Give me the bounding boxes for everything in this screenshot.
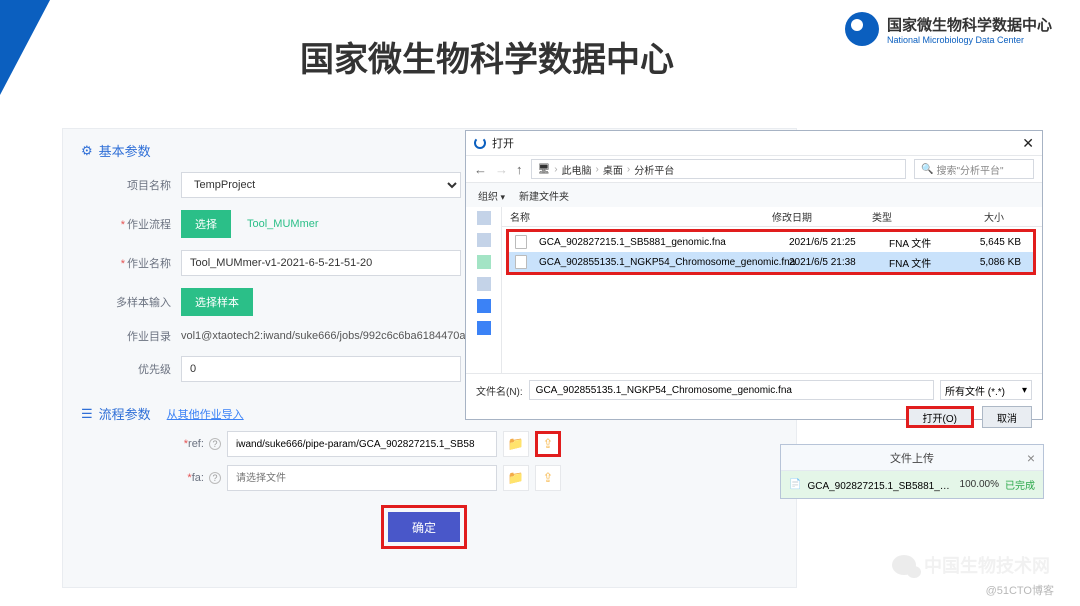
import-link[interactable]: 从其他作业导入	[167, 406, 244, 422]
nav-forward-icon[interactable]: →	[495, 162, 508, 177]
param-fa-input[interactable]	[227, 465, 497, 491]
folder-icon: 📁	[508, 436, 524, 452]
tool-name-text: Tool_MUMmer	[247, 218, 319, 230]
watermark: 中国生物技术网	[892, 552, 1050, 578]
folder-icon: 📁	[508, 470, 524, 486]
upload-title: 文件上传	[890, 450, 934, 466]
upload-filename: GCA_902827215.1_SB5881_gen函数结f8a	[807, 477, 953, 492]
open-button[interactable]: 打开(O)	[906, 406, 974, 428]
dialog-title: 打开	[492, 135, 514, 151]
place-icon[interactable]	[477, 277, 491, 291]
logo-icon	[845, 12, 879, 46]
place-icon[interactable]	[477, 299, 491, 313]
priority-input[interactable]	[181, 356, 461, 382]
upload-toast: 文件上传 × 📄 GCA_902827215.1_SB5881_gen函数结f8…	[780, 444, 1044, 499]
workflow-label: 作业流程	[81, 216, 171, 232]
loading-icon	[474, 137, 486, 149]
param-ref-input[interactable]	[227, 431, 497, 457]
select-workflow-button[interactable]: 选择	[181, 210, 231, 238]
cancel-button[interactable]: 取消	[982, 406, 1032, 428]
pc-icon: 🖥	[538, 164, 551, 175]
help-icon[interactable]: ?	[209, 472, 221, 484]
wechat-icon	[892, 555, 916, 575]
place-icon[interactable]	[477, 321, 491, 335]
list-icon: ☰	[81, 406, 93, 422]
sliders-icon: ⚙	[81, 143, 93, 159]
param-ref-label: *ref: ?	[81, 438, 221, 450]
upload-icon: ⇪	[543, 436, 554, 452]
confirm-button[interactable]: 确定	[388, 512, 460, 542]
browse-folder-button[interactable]: 📁	[503, 465, 529, 491]
place-icon[interactable]	[477, 255, 491, 269]
upload-status: 已完成	[1005, 477, 1035, 492]
nav-back-icon[interactable]: ←	[474, 162, 487, 177]
jobname-label: 作业名称	[81, 255, 171, 271]
brand-name-cn: 国家微生物科学数据中心	[887, 14, 1052, 35]
param-fa-label: *fa: ?	[81, 472, 221, 484]
multiinput-label: 多样本输入	[81, 294, 171, 310]
help-icon[interactable]: ?	[209, 438, 221, 450]
file-icon	[515, 235, 527, 249]
close-icon[interactable]: ×	[1027, 450, 1035, 466]
select-sample-button[interactable]: 选择样本	[181, 288, 253, 316]
workdir-label: 作业目录	[81, 328, 171, 344]
jobname-input[interactable]	[181, 250, 461, 276]
upload-icon: ⇪	[543, 470, 554, 486]
search-input[interactable]: 🔍 搜索"分析平台"	[914, 159, 1034, 179]
close-icon[interactable]: ✕	[1022, 135, 1034, 152]
brand-name-en: National Microbiology Data Center	[887, 35, 1052, 45]
organize-menu[interactable]: 组织	[478, 188, 505, 203]
file-rows-highlight: GCA_902827215.1_SB5881_genomic.fna 2021/…	[506, 229, 1036, 275]
place-icon[interactable]	[477, 233, 491, 247]
filename-label: 文件名(N):	[476, 383, 523, 398]
upload-fa-button[interactable]: ⇪	[535, 465, 561, 491]
file-row[interactable]: GCA_902827215.1_SB5881_genomic.fna 2021/…	[509, 232, 1033, 252]
sidebar-places	[466, 207, 502, 373]
file-icon: 📄	[789, 479, 801, 490]
upload-item: 📄 GCA_902827215.1_SB5881_gen函数结f8a 100.0…	[781, 471, 1043, 498]
place-icon[interactable]	[477, 211, 491, 225]
search-icon: 🔍	[921, 164, 933, 175]
page-title: 国家微生物科学数据中心	[300, 32, 674, 81]
file-open-dialog: 打开 ✕ ← → ↑ 🖥 › 此电脑 › 桌面 › 分析平台 🔍 搜索"分析平台…	[465, 130, 1043, 420]
project-label: 项目名称	[81, 177, 171, 193]
project-select[interactable]: TempProject	[181, 172, 461, 198]
file-list-header: 名称 修改日期 类型 大小	[502, 207, 1042, 227]
file-row[interactable]: GCA_902855135.1_NGKP54_Chromosome_genomi…	[509, 252, 1033, 272]
accent-triangle	[0, 0, 50, 95]
priority-label: 优先级	[81, 361, 171, 377]
filetype-select[interactable]: 所有文件 (*.*)▾	[940, 380, 1032, 400]
breadcrumb[interactable]: 🖥 › 此电脑 › 桌面 › 分析平台	[531, 159, 907, 179]
file-icon	[515, 255, 527, 269]
upload-percent: 100.00%	[960, 479, 999, 490]
new-folder-button[interactable]: 新建文件夹	[519, 188, 569, 203]
nav-up-icon[interactable]: ↑	[516, 162, 523, 177]
filename-input[interactable]	[529, 380, 934, 400]
brand-logo: 国家微生物科学数据中心 National Microbiology Data C…	[845, 12, 1052, 46]
credit-text: @51CTO博客	[986, 582, 1054, 598]
